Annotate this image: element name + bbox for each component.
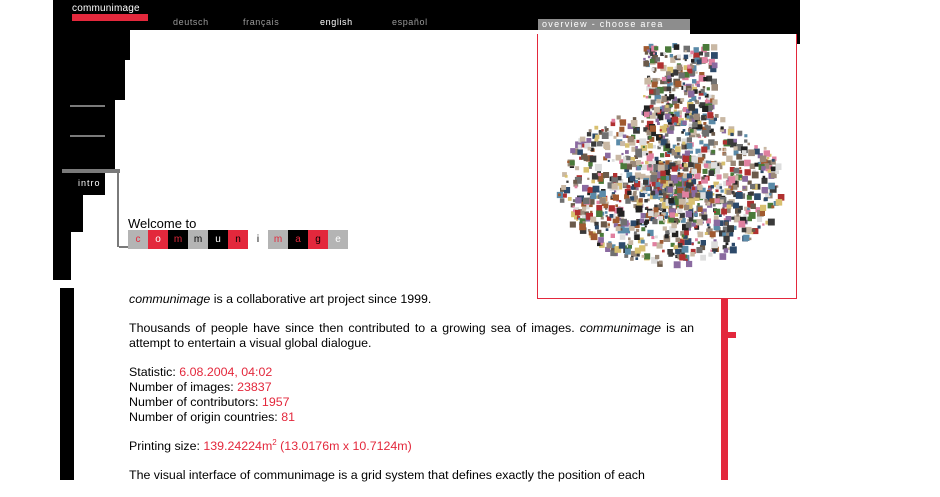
logo-text[interactable]: communimage — [72, 3, 140, 14]
logo-tile: m — [188, 230, 208, 249]
logo-tile: m — [268, 230, 288, 249]
logo-tile: u — [208, 230, 228, 249]
lang-link-espanol[interactable]: español — [392, 17, 428, 27]
nav-item-intro[interactable]: intro — [78, 178, 101, 188]
logo-tile: a — [288, 230, 308, 249]
logo-tile: o — [148, 230, 168, 249]
printing-size: Printing size: 139.24224m2 (13.0176m x 1… — [129, 437, 412, 453]
main-content: communimage is a collaborative art proje… — [129, 292, 694, 497]
lang-link-deutsch[interactable]: deutsch — [173, 17, 209, 27]
mosaic-image-icon[interactable] — [538, 34, 796, 298]
logo-tile: n — [228, 230, 248, 249]
cutoff-paragraph: The visual interface of communimage is a… — [129, 468, 645, 482]
logo-tile: i — [248, 230, 268, 249]
nav-item-facets[interactable]: facets — [71, 114, 101, 124]
dialogue-paragraph: Thousands of people have since then cont… — [129, 321, 694, 350]
logo-tile: g — [308, 230, 328, 249]
welcome-text: Welcome to — [128, 216, 197, 231]
overview-map[interactable] — [537, 34, 797, 299]
intro-paragraph: communimage is a collaborative art proje… — [129, 292, 432, 306]
lang-link-francais[interactable]: français — [243, 17, 279, 27]
lang-link-english[interactable]: english — [320, 17, 353, 27]
logo-tile: c — [128, 230, 148, 249]
logo-tiles: communimage — [128, 230, 348, 249]
logo-tile: m — [168, 230, 188, 249]
logo-tile: e — [328, 230, 348, 249]
nav-item-help[interactable]: help — [83, 144, 104, 154]
overview-label: overview - choose area — [538, 19, 690, 30]
statistics: Statistic: 6.08.2004, 04:02 Number of im… — [129, 365, 295, 424]
